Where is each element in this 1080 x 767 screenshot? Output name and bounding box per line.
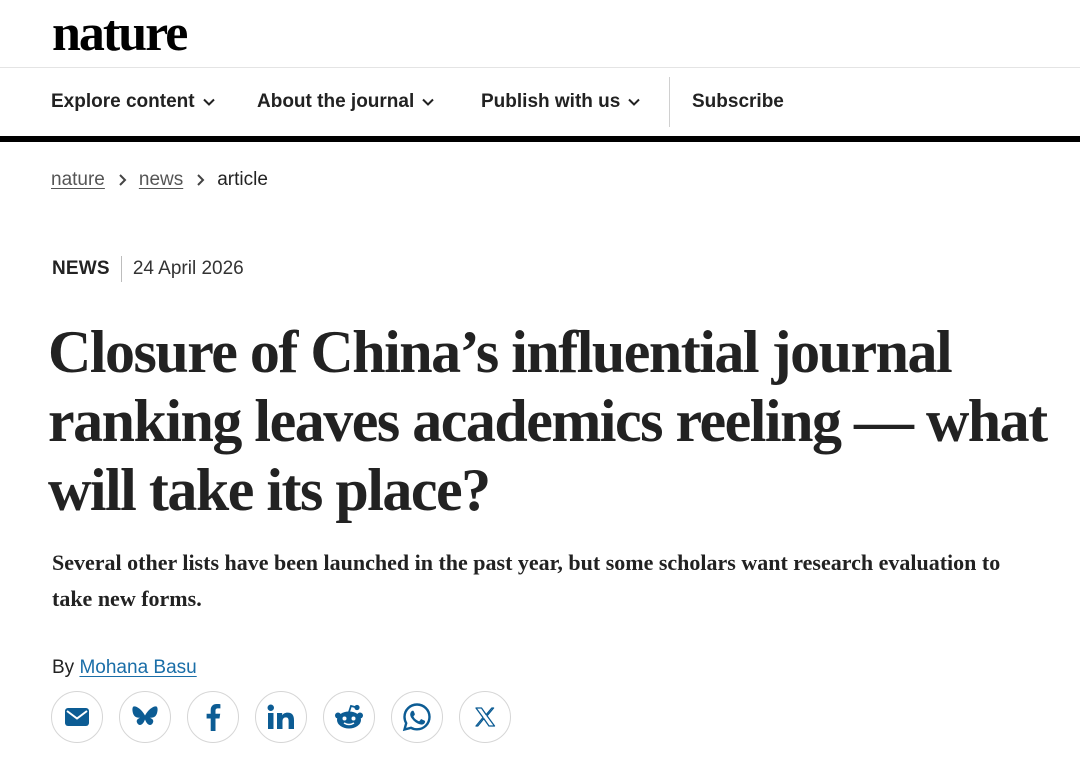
nav-explore-content[interactable]: Explore content [51, 68, 216, 136]
chevron-down-icon [627, 95, 641, 109]
meta-divider [120, 256, 122, 282]
x-icon [474, 706, 496, 728]
chevron-down-icon [421, 95, 435, 109]
share-x-button[interactable] [459, 691, 511, 743]
whatsapp-icon [402, 702, 432, 732]
share-facebook-button[interactable] [187, 691, 239, 743]
share-linkedin-button[interactable] [255, 691, 307, 743]
nav-bottom-rule [0, 136, 1080, 142]
subscribe-link[interactable]: Subscribe [692, 68, 784, 136]
chevron-right-icon [183, 169, 217, 191]
article-type: NEWS [52, 258, 110, 279]
nav-publish-with-us[interactable]: Publish with us [481, 68, 641, 136]
breadcrumb-link-news[interactable]: news [139, 169, 183, 191]
facebook-icon [205, 703, 221, 731]
share-whatsapp-button[interactable] [391, 691, 443, 743]
share-reddit-button[interactable] [323, 691, 375, 743]
nav-label: About the journal [257, 91, 415, 112]
nav-label: Explore content [51, 91, 195, 112]
author-link[interactable]: Mohana Basu [79, 657, 196, 678]
chevron-down-icon [202, 95, 216, 109]
breadcrumb-link-nature[interactable]: nature [51, 169, 105, 191]
subscribe-label: Subscribe [692, 91, 784, 112]
article-standfirst: Several other lists have been launched i… [52, 550, 1001, 611]
share-buttons [51, 691, 527, 743]
breadcrumb: nature news article [51, 167, 268, 193]
nature-logo[interactable]: nature [52, 4, 188, 64]
nav-label: Publish with us [481, 91, 621, 112]
byline-prefix: By [52, 657, 75, 678]
nav-about-the-journal[interactable]: About the journal [257, 68, 435, 136]
main-navigation: Explore content About the journal Publis… [0, 68, 1080, 136]
share-bluesky-button[interactable] [119, 691, 171, 743]
share-email-button[interactable] [51, 691, 103, 743]
publication-date: 24 April 2026 [132, 258, 244, 279]
nav-divider [669, 77, 670, 127]
reddit-icon [334, 704, 364, 730]
bluesky-icon [131, 705, 159, 729]
article-meta: NEWS 24 April 2026 [52, 256, 244, 282]
byline: By Mohana Basu [52, 657, 197, 679]
article-title: Closure of China’s influential journal r… [48, 319, 1048, 523]
linkedin-icon [267, 704, 295, 730]
email-icon [64, 707, 90, 727]
breadcrumb-current: article [217, 169, 268, 190]
chevron-right-icon [105, 169, 139, 191]
